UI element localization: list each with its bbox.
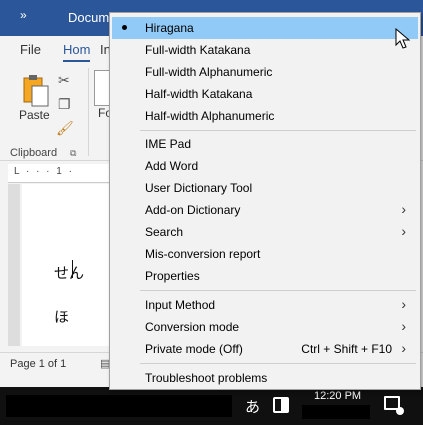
menu-item-add-on-dictionary[interactable]: Add-on Dictionary ›: [112, 199, 418, 221]
menu-separator: [140, 290, 416, 291]
chevron-right-icon: ›: [401, 340, 406, 356]
paste-icon[interactable]: [22, 74, 50, 108]
menu-item-full-width-katakana[interactable]: Full-width Katakana: [112, 39, 418, 61]
chevron-right-icon: ›: [401, 201, 406, 217]
chevron-right-icon: ›: [401, 223, 406, 239]
menu-item-properties[interactable]: Properties: [112, 265, 418, 287]
chevron-right-icon: ›: [401, 318, 406, 334]
taskbar-redacted-area: [6, 395, 232, 417]
quick-access-toolbar-button[interactable]: »: [20, 8, 27, 22]
cut-icon[interactable]: ✂: [58, 72, 70, 89]
chevron-right-icon: ›: [401, 296, 406, 312]
horizontal-ruler: L · · · 1 ·: [8, 164, 118, 183]
document-line-1: せん: [54, 264, 85, 282]
menu-item-private-mode[interactable]: Private mode (Off) Ctrl + Shift + F10 ›: [112, 338, 418, 360]
menu-item-troubleshoot-problems[interactable]: Troubleshoot problems: [112, 367, 418, 389]
copy-icon[interactable]: ❐: [58, 96, 71, 113]
menu-item-conversion-mode[interactable]: Conversion mode ›: [112, 316, 418, 338]
clipboard-group-label: Clipboard: [10, 147, 58, 159]
menu-item-half-width-katakana[interactable]: Half-width Katakana: [112, 83, 418, 105]
selected-dot-icon: [122, 25, 127, 30]
menu-item-add-word[interactable]: Add Word: [112, 155, 418, 177]
menu-separator: [140, 363, 416, 364]
document-line-2: ほ: [54, 308, 70, 326]
menu-item-full-width-alphanumeric[interactable]: Full-width Alphanumeric: [112, 61, 418, 83]
ruler-ticks: L · · · 1 ·: [14, 166, 74, 177]
paste-button[interactable]: Paste: [19, 108, 50, 122]
taskbar: あ 12:20 PM: [0, 387, 423, 425]
document-page[interactable]: せん ほ: [22, 184, 118, 346]
date-redacted: [302, 405, 370, 419]
menu-item-hiragana[interactable]: Hiragana: [112, 17, 418, 39]
menu-item-user-dictionary-tool[interactable]: User Dictionary Tool: [112, 177, 418, 199]
notification-badge: [396, 407, 404, 415]
menu-item-half-width-alphanumeric[interactable]: Half-width Alphanumeric: [112, 105, 418, 127]
menu-item-ime-pad[interactable]: IME Pad: [112, 133, 418, 155]
page-count[interactable]: Page 1 of 1: [10, 358, 66, 370]
clock[interactable]: 12:20 PM: [314, 390, 361, 402]
mouse-pointer-icon: [395, 28, 411, 49]
format-painter-icon[interactable]: 🖌: [56, 120, 74, 137]
ime-context-menu: Hiragana Full-width Katakana Full-width …: [109, 12, 421, 390]
shortcut-text: Ctrl + Shift + F10: [301, 342, 392, 356]
divider: [88, 68, 89, 156]
tab-home[interactable]: Hom: [63, 42, 91, 62]
document-title: Docum: [68, 10, 110, 25]
dialog-launcher-icon[interactable]: ⧉: [70, 148, 76, 159]
menu-item-input-method[interactable]: Input Method ›: [112, 294, 418, 316]
menu-separator: [140, 130, 416, 131]
ime-options-icon[interactable]: [273, 397, 289, 413]
menu-item-search[interactable]: Search ›: [112, 221, 418, 243]
menu-item-mis-conversion-report[interactable]: Mis-conversion report: [112, 243, 418, 265]
tab-file[interactable]: File: [20, 42, 41, 57]
ime-mode-indicator[interactable]: あ: [245, 396, 260, 417]
text-caret: [72, 260, 73, 278]
vertical-ruler: [8, 184, 20, 346]
